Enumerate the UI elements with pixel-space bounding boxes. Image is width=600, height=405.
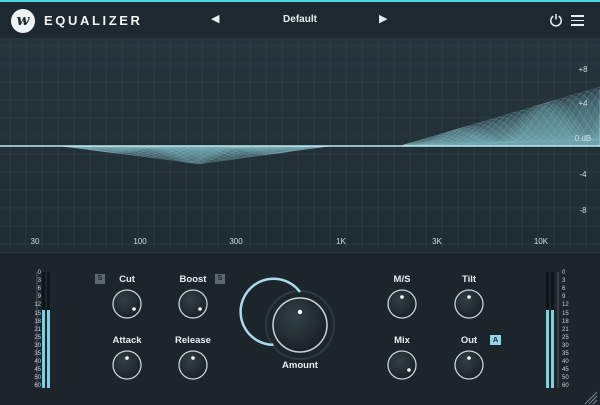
cut-knob[interactable]	[112, 289, 142, 319]
mix-knob[interactable]	[387, 350, 417, 380]
meter-scale-label: 15	[562, 310, 569, 317]
tilt-label: Tilt	[461, 274, 477, 285]
meter-scale-label: 35	[34, 351, 41, 357]
meter-scale-label: 60	[562, 383, 569, 390]
mix-label: Mix	[394, 335, 410, 346]
meter-scale-label: 25	[562, 334, 569, 341]
freq-label-3k: 3K	[432, 237, 442, 246]
freq-label-100: 100	[133, 237, 147, 246]
db-label-zero: 0 dB	[575, 134, 591, 143]
control-panel: 0 3 6 9 12 15 18 21 25 30 35 40 45 50 60 0 3 6 9 12 15 18 21 2…	[0, 252, 600, 405]
app-title: EQUALIZER	[44, 13, 143, 28]
eq-graph[interactable]: +8 +4 0 dB -4 -8 30 100 300 1K 3K 10K	[0, 38, 600, 250]
boost-knob[interactable]	[178, 289, 208, 319]
ms-knob[interactable]	[387, 289, 417, 319]
meter-scale-label: 9	[562, 294, 566, 301]
meter-scale-label: 21	[34, 326, 41, 333]
out-knob[interactable]	[454, 350, 484, 380]
meter-scale-label: 18	[34, 318, 41, 325]
meter-scale-label: 18	[562, 318, 569, 325]
preset-name[interactable]: Default	[240, 14, 360, 25]
meter-scale-label: 6	[37, 286, 41, 293]
meter-scale-label: 60	[34, 383, 41, 390]
db-label-plus4: +4	[578, 99, 588, 108]
freq-label-10k: 10K	[534, 237, 549, 246]
meter-scale-label: 50	[34, 375, 41, 382]
meter-scale-label: 21	[562, 326, 569, 333]
logo-icon: w	[11, 9, 35, 33]
release-knob[interactable]	[178, 350, 208, 380]
freq-label-30: 30	[31, 237, 40, 246]
tilt-knob[interactable]	[454, 289, 484, 319]
meter-scale-label: 30	[562, 342, 569, 349]
freq-label-300: 300	[229, 237, 243, 246]
meter-scale-label: 6	[562, 286, 566, 293]
meter-scale-label: 3	[37, 278, 41, 285]
meter-scale-label: 50	[562, 375, 569, 382]
knobs-layer	[112, 277, 484, 380]
meter-scale-label: 25	[34, 334, 41, 341]
meter-scale-label: 45	[34, 367, 41, 374]
previous-preset-button[interactable]: ◀	[211, 12, 219, 25]
boost-label: Boost	[179, 274, 207, 285]
meter-scale-label: 12	[34, 302, 41, 309]
db-label-plus8: +8	[578, 65, 588, 74]
resize-grip-icon[interactable]	[582, 389, 598, 405]
attack-knob[interactable]	[112, 350, 142, 380]
header-bar: w EQUALIZER ◀ Default ▶	[0, 2, 600, 38]
boost-solo-button[interactable]: S	[215, 274, 225, 284]
power-icon[interactable]	[549, 13, 563, 27]
db-label-minus4: -4	[579, 170, 587, 179]
release-label: Release	[175, 335, 211, 346]
menu-icon[interactable]	[571, 15, 584, 27]
meter-scale-label: 30	[34, 342, 41, 349]
meter-scale-label: 15	[34, 310, 41, 317]
meter-scale-label: 45	[562, 367, 569, 374]
meter-scale-label: 9	[37, 294, 41, 301]
cut-label: Cut	[119, 274, 135, 285]
freq-label-1k: 1K	[336, 237, 346, 246]
logo-letter: w	[16, 11, 30, 29]
meter-scale-label: 40	[34, 359, 41, 366]
meter-scale-label: 3	[562, 278, 566, 285]
meter-scale-label: 12	[562, 302, 569, 309]
meter-scale-label: 40	[562, 359, 569, 366]
amount-label: Amount	[282, 360, 318, 371]
db-label-minus8: -8	[579, 206, 587, 215]
next-preset-button[interactable]: ▶	[379, 12, 387, 25]
equalizer-plugin-window: w EQUALIZER ◀ Default ▶ +8 +4 0 dB -4 -8…	[0, 0, 600, 405]
meter-scale-label: 0	[562, 270, 566, 276]
auto-gain-button[interactable]: A	[490, 335, 501, 345]
amount-knob[interactable]	[239, 277, 335, 360]
meter-scale-label: 35	[562, 351, 569, 357]
attack-label: Attack	[112, 335, 142, 346]
ms-label: M/S	[393, 274, 411, 285]
meter-scale-label: 0	[37, 270, 41, 276]
